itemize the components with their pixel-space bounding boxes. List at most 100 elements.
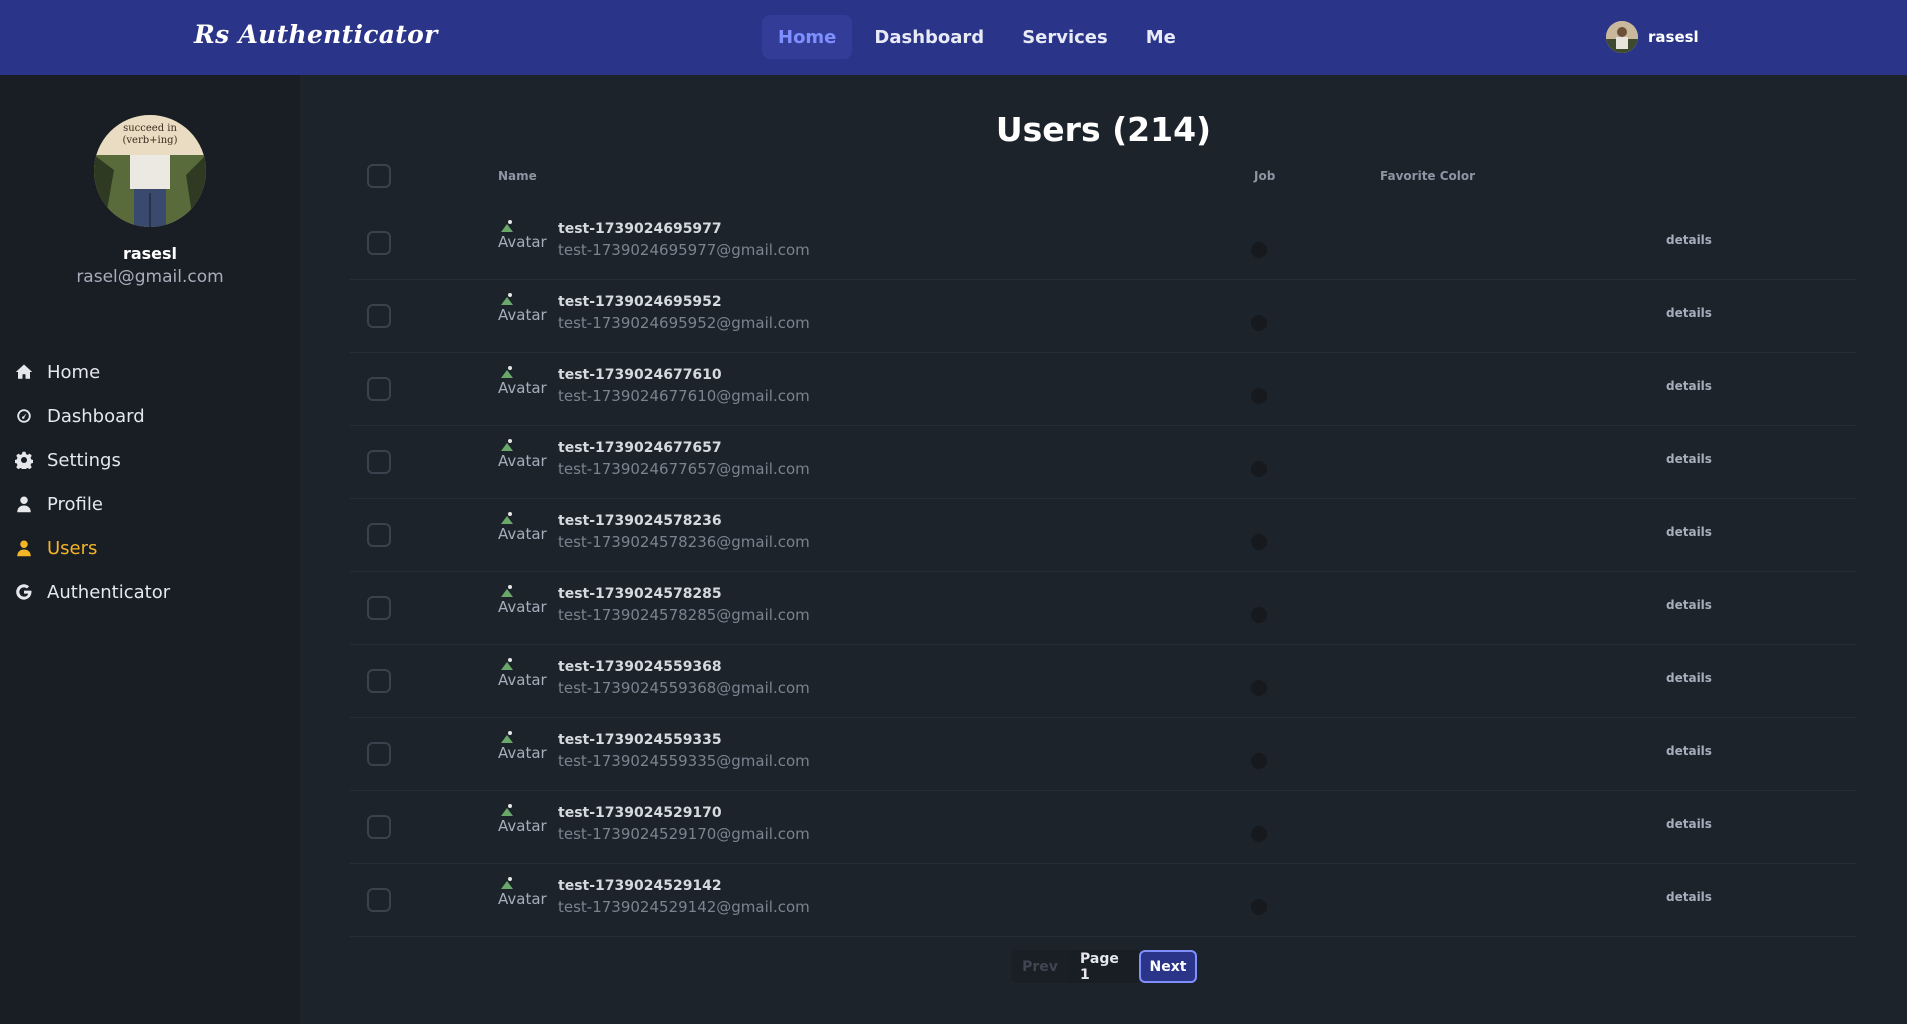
favorite-color-swatch: [1251, 899, 1267, 915]
gear-icon: [15, 451, 33, 469]
row-checkbox[interactable]: [367, 596, 391, 620]
row-checkbox[interactable]: [367, 377, 391, 401]
user-menu[interactable]: rasesl: [1606, 21, 1699, 53]
favorite-color-swatch: [1251, 534, 1267, 550]
avatar-alt-text: Avatar: [498, 525, 547, 543]
sidebar-item-home[interactable]: Home: [0, 350, 300, 394]
broken-image-icon: [501, 658, 513, 670]
avatar-alt-text: Avatar: [498, 233, 547, 251]
user-name: test-1739024578285: [558, 586, 722, 602]
select-all-checkbox[interactable]: [367, 164, 391, 188]
details-button[interactable]: details: [1666, 890, 1712, 904]
avatar-alt-text: Avatar: [498, 744, 547, 762]
favorite-color-swatch: [1251, 461, 1267, 477]
table-row: Avatar test-1739024677657 test-17390246776…: [350, 426, 1857, 499]
table-row: Avatar test-1739024559335 test-17390245593…: [350, 718, 1857, 791]
nav-me[interactable]: Me: [1130, 15, 1192, 59]
profile-avatar: succeed in (verb+ing): [94, 115, 206, 227]
user-email: test-1739024695952@gmail.com: [558, 314, 810, 332]
row-checkbox[interactable]: [367, 742, 391, 766]
user-avatar: Avatar: [498, 584, 547, 620]
sidebar-item-label: Profile: [47, 493, 103, 515]
broken-image-icon: [501, 439, 513, 451]
broken-image-icon: [501, 804, 513, 816]
table-header: Name Job Favorite Color: [350, 157, 1857, 207]
details-button[interactable]: details: [1666, 817, 1712, 831]
user-name: test-1739024529142: [558, 878, 722, 894]
user-avatar: Avatar: [498, 292, 547, 328]
sidebar-item-settings[interactable]: Settings: [0, 438, 300, 482]
row-checkbox[interactable]: [367, 888, 391, 912]
sidebar: succeed in (verb+ing) rasesl rasel@gmail…: [0, 75, 300, 1024]
sidebar-item-label: Authenticator: [47, 581, 171, 603]
table-row: Avatar test-1739024529170 test-17390245291…: [350, 791, 1857, 864]
user-name: test-1739024578236: [558, 513, 722, 529]
sidebar-item-authenticator[interactable]: Authenticator: [0, 570, 300, 614]
table-row: Avatar test-1739024529142 test-17390245291…: [350, 864, 1857, 937]
details-button[interactable]: details: [1666, 379, 1712, 393]
row-checkbox[interactable]: [367, 523, 391, 547]
row-checkbox[interactable]: [367, 231, 391, 255]
nav-services[interactable]: Services: [1006, 15, 1124, 59]
user-name: test-1739024695977: [558, 221, 722, 237]
sidebar-item-label: Dashboard: [47, 405, 145, 427]
google-icon: [16, 584, 32, 600]
details-button[interactable]: details: [1666, 306, 1712, 320]
avatar-alt-text: Avatar: [498, 452, 547, 470]
column-header-favorite-color: Favorite Color: [1380, 169, 1476, 183]
user-avatar: Avatar: [498, 730, 547, 766]
user-name: test-1739024695952: [558, 294, 722, 310]
user-name: test-1739024559368: [558, 659, 722, 675]
current-page-indicator: Page 1: [1069, 950, 1139, 983]
row-checkbox[interactable]: [367, 450, 391, 474]
gauge-icon: [17, 409, 31, 423]
row-checkbox[interactable]: [367, 815, 391, 839]
table-row: Avatar test-1739024559368 test-17390245593…: [350, 645, 1857, 718]
details-button[interactable]: details: [1666, 525, 1712, 539]
sidebar-item-dashboard[interactable]: Dashboard: [0, 394, 300, 438]
details-button[interactable]: details: [1666, 452, 1712, 466]
avatar-alt-text: Avatar: [498, 598, 547, 616]
row-checkbox[interactable]: [367, 669, 391, 693]
next-page-button[interactable]: Next: [1139, 950, 1197, 983]
user-name: test-1739024529170: [558, 805, 722, 821]
favorite-color-swatch: [1251, 680, 1267, 696]
broken-image-icon: [501, 366, 513, 378]
main-nav: Home Dashboard Services Me: [762, 15, 1192, 59]
nav-home[interactable]: Home: [762, 15, 853, 59]
user-icon: [17, 496, 31, 513]
nav-dashboard[interactable]: Dashboard: [858, 15, 1000, 59]
details-button[interactable]: details: [1666, 744, 1712, 758]
user-name: test-1739024677610: [558, 367, 722, 383]
user-name: test-1739024677657: [558, 440, 722, 456]
user-email: test-1739024559335@gmail.com: [558, 752, 810, 770]
avatar-alt-text: Avatar: [498, 817, 547, 835]
details-button[interactable]: details: [1666, 598, 1712, 612]
page-title: Users (214): [995, 110, 1212, 149]
user-avatar: Avatar: [498, 657, 547, 693]
favorite-color-swatch: [1251, 607, 1267, 623]
details-button[interactable]: details: [1666, 671, 1712, 685]
user-avatar: Avatar: [498, 876, 547, 912]
prev-page-button[interactable]: Prev: [1011, 950, 1069, 983]
sidebar-item-label: Home: [47, 361, 101, 383]
user-name: test-1739024559335: [558, 732, 722, 748]
sidebar-item-profile[interactable]: Profile: [0, 482, 300, 526]
top-navbar: Rs Authenticator Home Dashboard Services…: [0, 0, 1907, 75]
users-table: Name Job Favorite Color Avatar test-17390…: [350, 157, 1857, 937]
user-icon: [17, 540, 31, 557]
user-avatar: Avatar: [498, 438, 547, 474]
row-checkbox[interactable]: [367, 304, 391, 328]
details-button[interactable]: details: [1666, 233, 1712, 247]
user-avatar: Avatar: [498, 365, 547, 401]
column-header-job: Job: [1254, 169, 1276, 183]
user-email: test-1739024578285@gmail.com: [558, 606, 810, 624]
broken-image-icon: [501, 877, 513, 889]
user-email: test-1739024559368@gmail.com: [558, 679, 810, 697]
username-label: rasesl: [1648, 28, 1699, 46]
svg-text:succeed in: succeed in: [123, 123, 177, 134]
brand-logo[interactable]: Rs Authenticator: [194, 20, 438, 49]
user-email: test-1739024529142@gmail.com: [558, 898, 810, 916]
sidebar-item-users[interactable]: Users: [0, 526, 300, 570]
home-icon: [15, 364, 33, 379]
